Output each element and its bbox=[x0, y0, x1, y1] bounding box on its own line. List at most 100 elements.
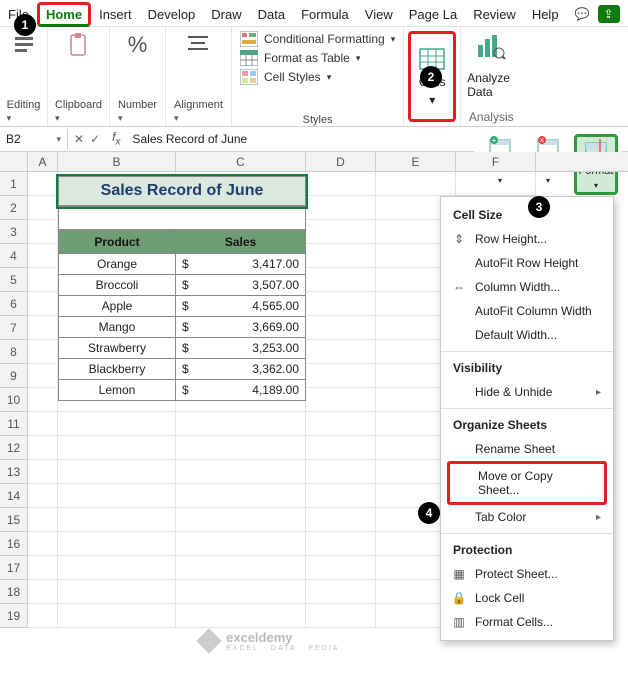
tab-data[interactable]: Data bbox=[250, 3, 293, 26]
col-header-B[interactable]: B bbox=[58, 152, 176, 171]
cell[interactable] bbox=[28, 244, 58, 268]
name-box[interactable]: B2 ▾ bbox=[0, 129, 68, 149]
cell[interactable] bbox=[58, 460, 176, 484]
conditional-formatting-button[interactable]: Conditional Formatting▾ bbox=[240, 31, 395, 47]
tab-developer[interactable]: Develop bbox=[140, 3, 204, 26]
cell[interactable] bbox=[306, 532, 376, 556]
hide-unhide-item[interactable]: Hide & Unhide▸ bbox=[441, 380, 613, 404]
cell[interactable] bbox=[28, 268, 58, 292]
cell[interactable] bbox=[28, 220, 58, 244]
cell[interactable] bbox=[28, 436, 58, 460]
sales-cell[interactable]: $3,362.00 bbox=[176, 359, 306, 380]
cell[interactable] bbox=[58, 484, 176, 508]
row-header-15[interactable]: 15 bbox=[0, 508, 28, 532]
cell[interactable] bbox=[306, 580, 376, 604]
cell[interactable] bbox=[28, 556, 58, 580]
cell-styles-button[interactable]: Cell Styles▾ bbox=[240, 69, 395, 85]
group-alignment[interactable]: Alignment▾ bbox=[166, 27, 232, 126]
autofit-row-item[interactable]: AutoFit Row Height bbox=[441, 251, 613, 275]
col-header-A[interactable]: A bbox=[28, 152, 58, 171]
cell[interactable] bbox=[58, 556, 176, 580]
analyze-data-button[interactable]: Analyze Data Analysis bbox=[460, 27, 521, 126]
sales-cell[interactable]: $3,417.00 bbox=[176, 254, 306, 275]
rename-sheet-item[interactable]: Rename Sheet bbox=[441, 437, 613, 461]
lock-cell-item[interactable]: 🔒Lock Cell bbox=[441, 586, 613, 610]
column-width-item[interactable]: ⇔Column Width... bbox=[441, 275, 613, 299]
cell[interactable] bbox=[28, 340, 58, 364]
product-cell[interactable]: Blackberry bbox=[58, 359, 176, 380]
tab-help[interactable]: Help bbox=[524, 3, 567, 26]
autofit-column-item[interactable]: AutoFit Column Width bbox=[441, 299, 613, 323]
cell[interactable] bbox=[176, 436, 306, 460]
cancel-icon[interactable]: ✕ bbox=[74, 132, 84, 146]
cell[interactable] bbox=[176, 508, 306, 532]
header-sales[interactable]: Sales bbox=[176, 230, 306, 254]
cell[interactable] bbox=[58, 412, 176, 436]
col-header-C[interactable]: C bbox=[176, 152, 306, 171]
cell[interactable] bbox=[58, 580, 176, 604]
row-header-13[interactable]: 13 bbox=[0, 460, 28, 484]
cell[interactable] bbox=[376, 172, 456, 196]
product-cell[interactable]: Orange bbox=[58, 254, 176, 275]
comments-icon[interactable]: 💬 bbox=[567, 3, 598, 25]
group-clipboard[interactable]: Clipboard▾ bbox=[48, 27, 110, 126]
cell[interactable] bbox=[28, 196, 58, 220]
product-cell[interactable]: Lemon bbox=[58, 380, 176, 401]
cell[interactable] bbox=[176, 580, 306, 604]
cell[interactable] bbox=[306, 484, 376, 508]
cell[interactable] bbox=[28, 460, 58, 484]
cell[interactable] bbox=[306, 436, 376, 460]
row-header-19[interactable]: 19 bbox=[0, 604, 28, 628]
cell[interactable] bbox=[28, 604, 58, 628]
group-editing[interactable]: Editing▾ bbox=[0, 27, 48, 126]
cell[interactable] bbox=[306, 220, 376, 244]
cell[interactable] bbox=[58, 532, 176, 556]
product-cell[interactable]: Strawberry bbox=[58, 338, 176, 359]
cell[interactable] bbox=[456, 172, 536, 196]
product-cell[interactable]: Mango bbox=[58, 317, 176, 338]
share-button[interactable]: ⇪ bbox=[598, 5, 620, 23]
tab-formulas[interactable]: Formula bbox=[293, 3, 357, 26]
row-header-1[interactable]: 1 bbox=[0, 172, 28, 196]
cell[interactable] bbox=[176, 412, 306, 436]
tab-draw[interactable]: Draw bbox=[203, 3, 249, 26]
tab-home[interactable]: Home bbox=[37, 2, 91, 27]
col-header-D[interactable]: D bbox=[306, 152, 376, 171]
cell[interactable] bbox=[28, 388, 58, 412]
cell[interactable] bbox=[28, 580, 58, 604]
row-header-14[interactable]: 14 bbox=[0, 484, 28, 508]
cell[interactable] bbox=[306, 604, 376, 628]
cell[interactable] bbox=[306, 316, 376, 340]
cell[interactable] bbox=[306, 364, 376, 388]
row-header-5[interactable]: 5 bbox=[0, 268, 28, 292]
default-width-item[interactable]: Default Width... bbox=[441, 323, 613, 347]
cell[interactable] bbox=[306, 244, 376, 268]
cell[interactable] bbox=[306, 340, 376, 364]
product-cell[interactable]: Broccoli bbox=[58, 275, 176, 296]
cell[interactable] bbox=[176, 460, 306, 484]
cell[interactable] bbox=[28, 172, 58, 196]
cell[interactable] bbox=[176, 484, 306, 508]
cell[interactable] bbox=[306, 292, 376, 316]
product-cell[interactable]: Apple bbox=[58, 296, 176, 317]
format-as-table-button[interactable]: Format as Table▾ bbox=[240, 50, 395, 66]
sales-cell[interactable]: $4,565.00 bbox=[176, 296, 306, 317]
sales-cell[interactable]: $3,253.00 bbox=[176, 338, 306, 359]
row-height-item[interactable]: ⇕Row Height... bbox=[441, 227, 613, 251]
cell[interactable] bbox=[28, 292, 58, 316]
row-header-10[interactable]: 10 bbox=[0, 388, 28, 412]
col-header-F[interactable]: F bbox=[456, 152, 536, 171]
tab-view[interactable]: View bbox=[357, 3, 401, 26]
tab-review[interactable]: Review bbox=[465, 3, 524, 26]
header-product[interactable]: Product bbox=[58, 230, 176, 254]
cell[interactable] bbox=[306, 172, 376, 196]
cell[interactable] bbox=[306, 556, 376, 580]
move-copy-sheet-item[interactable]: Move or Copy Sheet... bbox=[450, 464, 604, 502]
cell[interactable] bbox=[58, 436, 176, 460]
row-header-4[interactable]: 4 bbox=[0, 244, 28, 268]
row-header-16[interactable]: 16 bbox=[0, 532, 28, 556]
cell[interactable] bbox=[28, 316, 58, 340]
cell[interactable] bbox=[28, 364, 58, 388]
tab-page-layout[interactable]: Page La bbox=[401, 3, 465, 26]
cell[interactable] bbox=[306, 412, 376, 436]
